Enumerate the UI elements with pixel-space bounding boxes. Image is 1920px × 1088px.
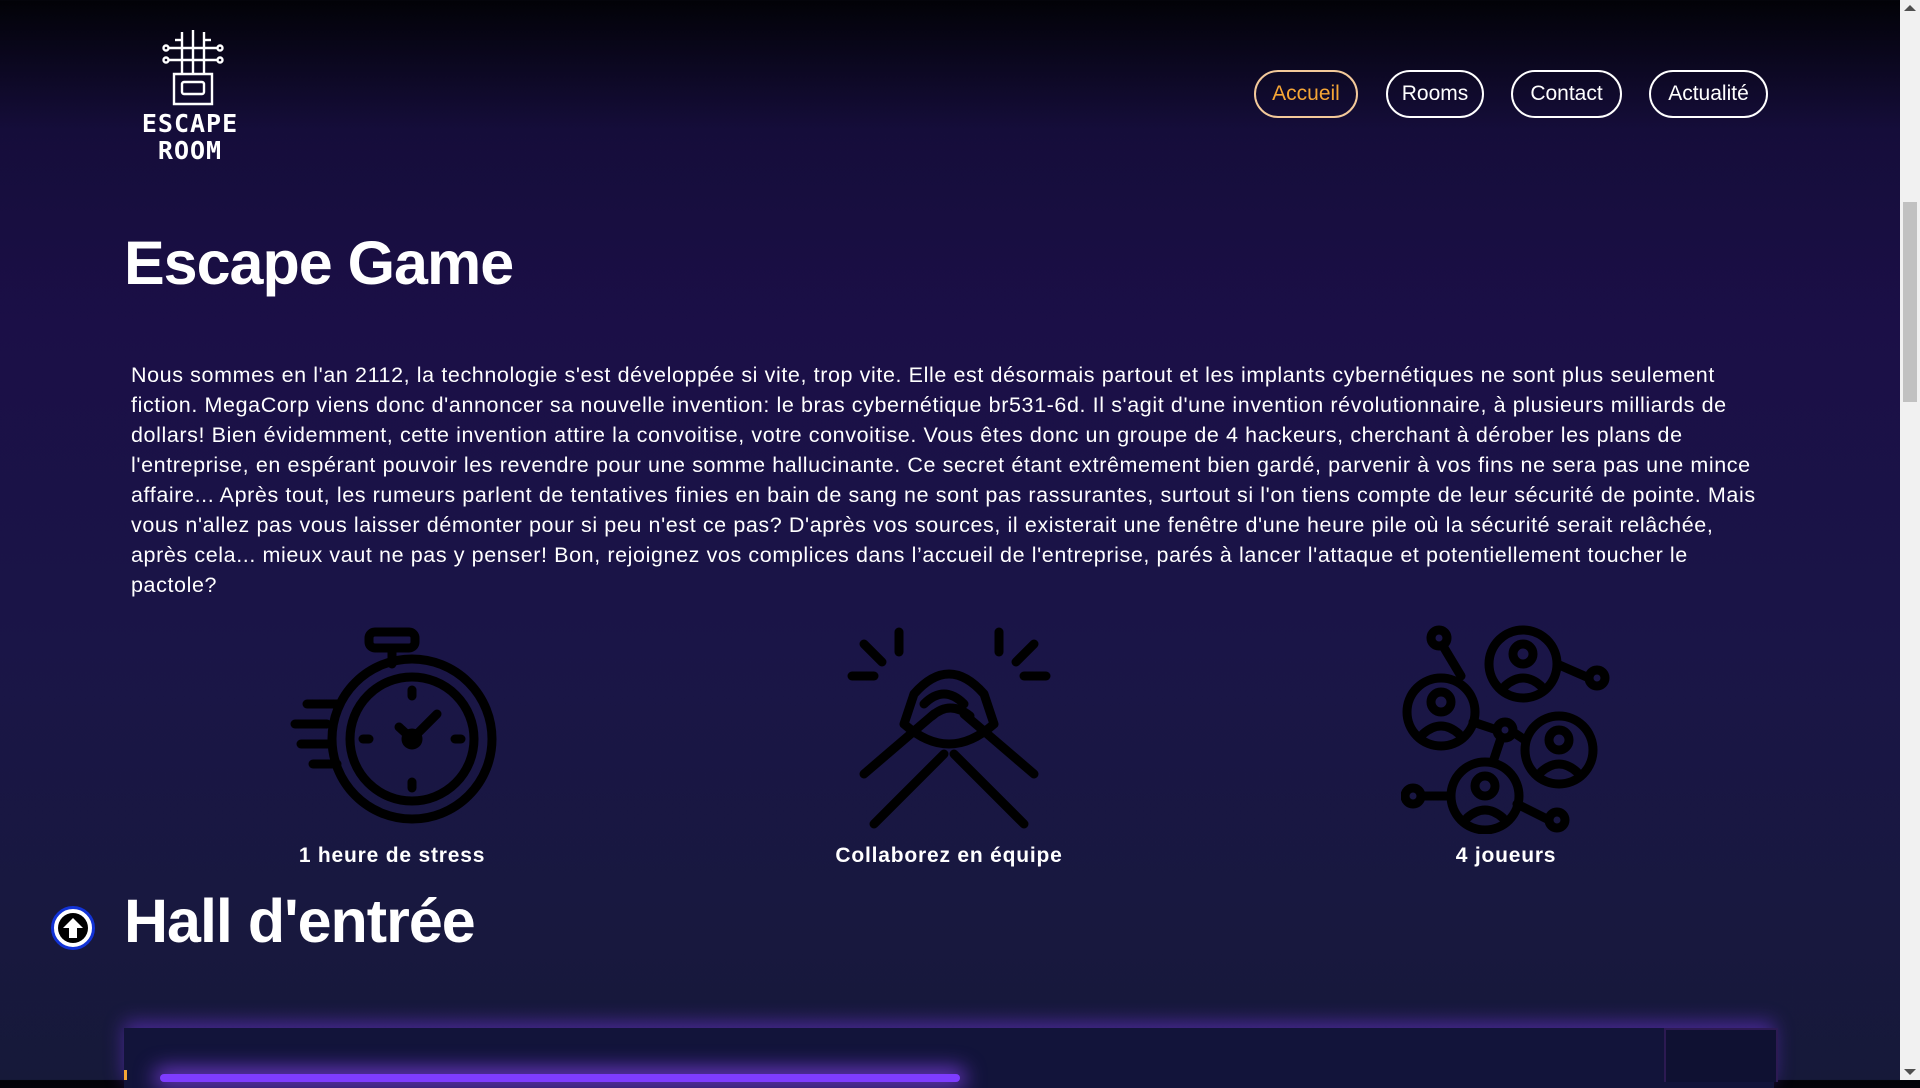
browser-scrollbar[interactable]: [1900, 0, 1920, 1080]
nav-accueil-label: Accueil: [1272, 82, 1340, 105]
logo-text: ESCAPE ROOM: [124, 110, 256, 164]
intro-paragraph: Nous sommes en l'an 2112, la technologie…: [131, 363, 1756, 597]
feature-team-label: Collaborez en équipe: [835, 844, 1063, 867]
page: ESCAPE ROOM Accueil Rooms Contact Actual…: [0, 0, 1900, 1088]
logo-line-room: ROOM: [157, 136, 223, 165]
scroll-up-arrow-icon[interactable]: [1904, 5, 1916, 11]
feature-stress: 1 heure de stress: [212, 624, 572, 868]
scroll-top-button[interactable]: [51, 906, 95, 950]
arrow-up-icon: [58, 913, 88, 943]
scroll-down-arrow-icon[interactable]: [1904, 1069, 1916, 1075]
room-panel-accent-mark: [124, 1070, 127, 1080]
team-network-icon: [1401, 625, 1610, 834]
scrollbar-thumb[interactable]: [1903, 202, 1917, 402]
stopwatch-icon: [290, 627, 497, 824]
section-title-hall: Hall d'entrée: [124, 887, 476, 955]
logo-line-escape: ESCAPE: [141, 109, 239, 138]
feature-stress-label: 1 heure de stress: [298, 844, 486, 867]
circuit-tower-icon: [162, 30, 224, 106]
room-panel-glow: [160, 1074, 960, 1082]
nav-rooms-label: Rooms: [1401, 82, 1469, 105]
nav-accueil[interactable]: Accueil: [1254, 70, 1358, 118]
escape-room-logo[interactable]: ESCAPE ROOM: [124, 30, 256, 164]
nav-contact-label: Contact: [1530, 82, 1603, 105]
feature-players-label: 4 joueurs: [1455, 844, 1557, 867]
feature-team: Collaborez en équipe: [769, 624, 1129, 868]
handshake-icon: [847, 627, 1051, 829]
room-panel-tab: [1664, 1028, 1778, 1082]
nav-actualite-label: Actualité: [1668, 82, 1749, 105]
page-title: Escape Game: [124, 229, 514, 297]
nav-contact[interactable]: Contact: [1511, 70, 1622, 118]
nav-actualite[interactable]: Actualité: [1649, 70, 1768, 118]
feature-players: 4 joueurs: [1326, 624, 1686, 868]
nav-rooms[interactable]: Rooms: [1386, 70, 1484, 118]
